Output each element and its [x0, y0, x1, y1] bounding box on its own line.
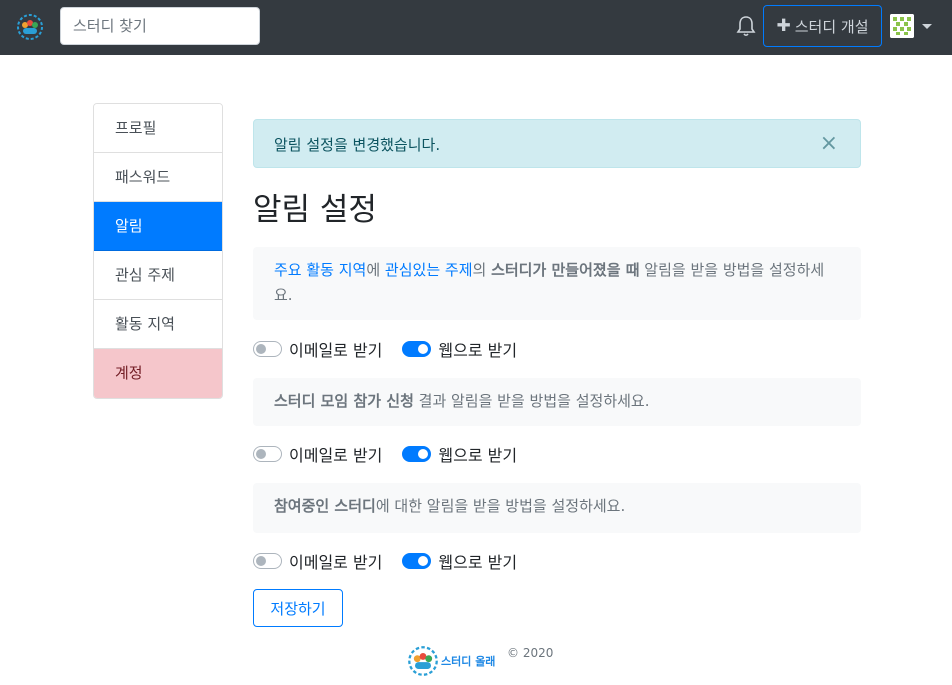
create-study-button[interactable]: ✚ 스터디 개설 [763, 5, 882, 47]
email-toggle[interactable] [253, 341, 282, 357]
settings-sidebar: 프로필 패스워드 알림 관심 주제 활동 지역 계정 [93, 103, 223, 399]
description-part: 주요 활동 지역 [274, 261, 367, 279]
web-toggle-label[interactable]: 웹으로 받기 [438, 442, 517, 466]
notification-description: 주요 활동 지역에 관심있는 주제의 스터디가 만들어졌을 때 알림을 받을 방… [253, 247, 861, 320]
notification-description: 참여중인 스터디에 대한 알림을 받을 방법을 설정하세요. [253, 483, 861, 533]
page-title: 알림 설정 [253, 192, 377, 228]
description-part: 결과 알림을 받을 방법을 설정하세요. [413, 392, 650, 410]
create-study-label: 스터디 개설 [794, 17, 869, 36]
email-toggle[interactable] [253, 553, 282, 569]
switch-row: 이메일로 받기 웹으로 받기 [253, 442, 517, 466]
description-part: 참여중인 스터디 [274, 497, 376, 515]
bell-icon[interactable] [736, 15, 756, 37]
email-toggle-label[interactable]: 이메일로 받기 [289, 442, 382, 466]
switch-row: 이메일로 받기 웹으로 받기 [253, 549, 517, 573]
switch-row: 이메일로 받기 웹으로 받기 [253, 337, 517, 361]
footer-logo: 스터디 올래 [407, 643, 506, 679]
avatar[interactable] [890, 14, 914, 38]
description-part: 에 [366, 261, 385, 279]
search-input[interactable] [60, 7, 260, 45]
sidebar-item-profile[interactable]: 프로필 [94, 104, 222, 153]
description-part: 에 대한 알림을 받을 방법을 설정하세요. [375, 497, 626, 515]
sidebar-item-account[interactable]: 계정 [94, 349, 222, 398]
web-toggle-label[interactable]: 웹으로 받기 [438, 337, 517, 361]
description-part: 관심있는 주제 [384, 261, 473, 279]
description-part: 스터디 모임 참가 신청 [274, 392, 414, 410]
description-part: 스터디가 만들어졌을 때 [491, 261, 640, 279]
web-toggle-label[interactable]: 웹으로 받기 [438, 549, 517, 573]
web-toggle[interactable] [402, 446, 432, 462]
success-alert: 알림 설정을 변경했습니다. × [253, 119, 861, 168]
footer-logo-text: 스터디 올래 [441, 655, 496, 668]
web-toggle[interactable] [402, 341, 432, 357]
web-toggle[interactable] [402, 553, 432, 569]
notification-description: 스터디 모임 참가 신청 결과 알림을 받을 방법을 설정하세요. [253, 378, 861, 426]
sidebar-item-notifications[interactable]: 알림 [94, 202, 222, 251]
caret-down-icon[interactable] [922, 24, 932, 29]
footer-logo-icon [408, 646, 438, 676]
sidebar-item-tags[interactable]: 관심 주제 [94, 251, 222, 300]
plus-icon: ✚ [776, 16, 791, 36]
email-toggle-label[interactable]: 이메일로 받기 [289, 549, 382, 573]
email-toggle[interactable] [253, 446, 282, 462]
save-button[interactable]: 저장하기 [253, 589, 343, 627]
copyright-text: © 2020 [507, 646, 554, 660]
alert-message: 알림 설정을 변경했습니다. [274, 136, 441, 154]
avatar-image [890, 14, 914, 38]
description-part: 의 [472, 261, 492, 279]
logo-icon[interactable] [16, 13, 44, 41]
sidebar-item-password[interactable]: 패스워드 [94, 153, 222, 202]
top-navbar: ✚ 스터디 개설 [0, 0, 952, 55]
close-icon[interactable]: × [820, 133, 838, 155]
sidebar-item-zones[interactable]: 활동 지역 [94, 300, 222, 349]
email-toggle-label[interactable]: 이메일로 받기 [289, 337, 382, 361]
